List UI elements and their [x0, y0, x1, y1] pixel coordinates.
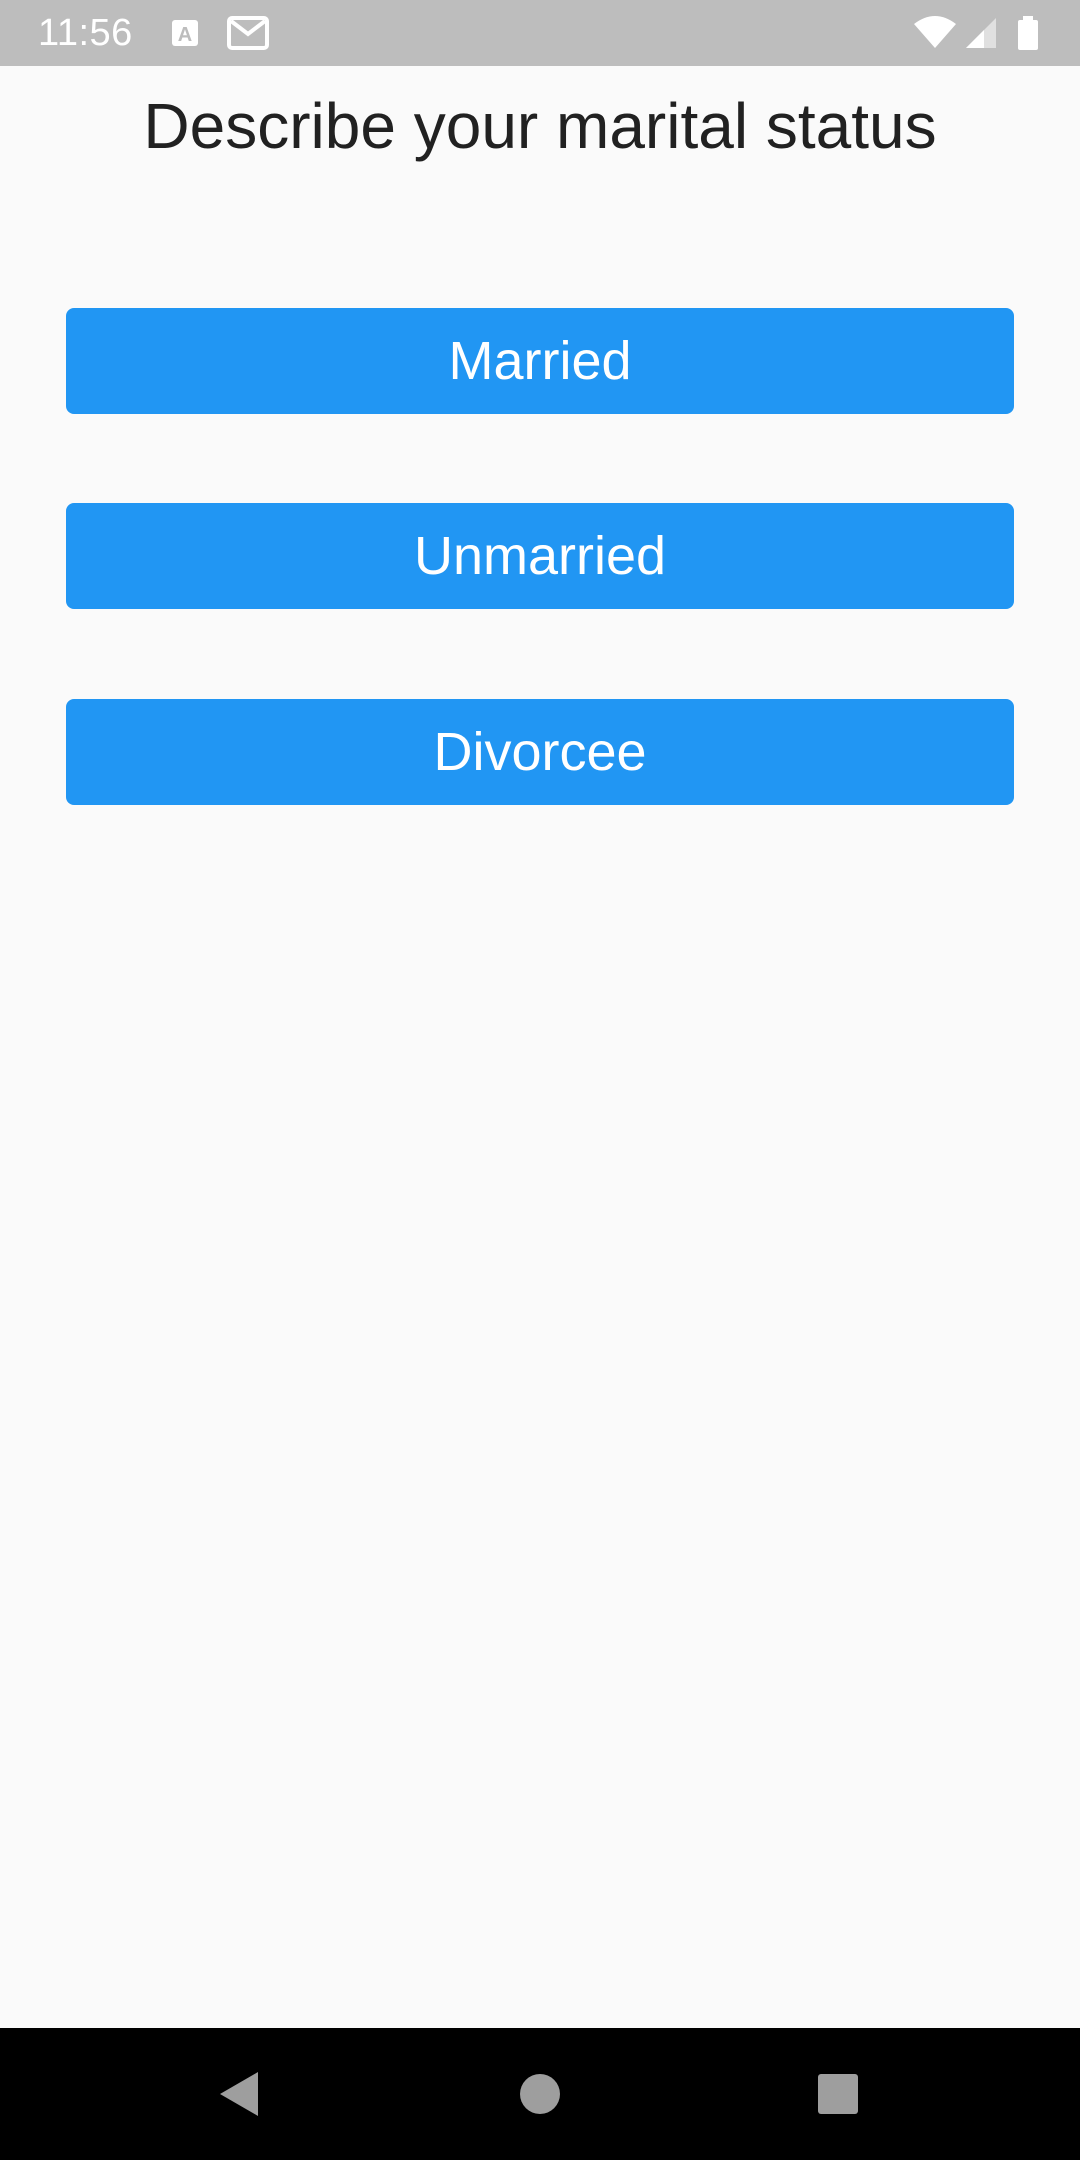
cell-signal-icon	[962, 14, 1000, 52]
divorcee-button[interactable]: Divorcee	[66, 699, 1014, 805]
home-icon	[520, 2074, 560, 2114]
back-button[interactable]	[210, 2064, 270, 2124]
page-title: Describe your marital status	[143, 90, 937, 162]
recents-icon	[818, 2074, 858, 2114]
screen: 11:56 A Describe your marital status Mar…	[0, 0, 1080, 2160]
home-button[interactable]	[510, 2064, 570, 2124]
married-button[interactable]: Married	[66, 308, 1014, 414]
status-bar: 11:56 A	[0, 0, 1080, 66]
a-notification-icon: A	[170, 14, 202, 52]
gmail-icon	[226, 14, 270, 52]
wifi-icon	[912, 14, 958, 52]
navigation-bar	[0, 2028, 1080, 2160]
back-icon	[220, 2072, 258, 2116]
unmarried-button[interactable]: Unmarried	[66, 503, 1014, 609]
recents-button[interactable]	[808, 2064, 868, 2124]
status-time: 11:56	[38, 12, 133, 54]
battery-icon	[1016, 14, 1040, 52]
svg-text:A: A	[178, 24, 192, 46]
